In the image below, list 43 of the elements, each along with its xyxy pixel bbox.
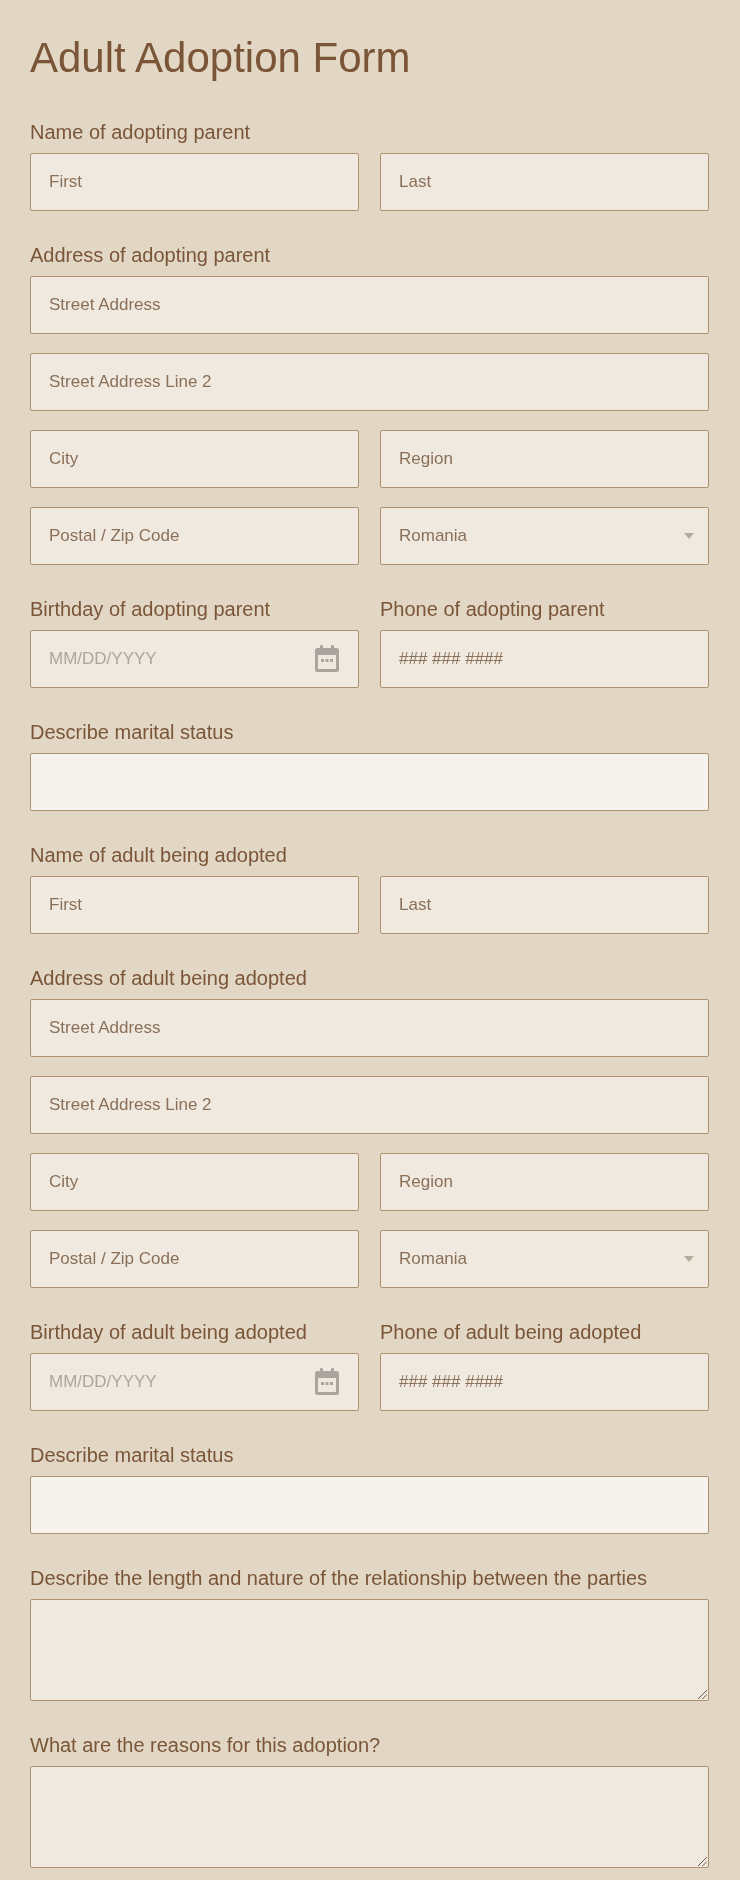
text-field[interactable]: First (30, 153, 359, 211)
field-label: Phone of adopting parent (380, 597, 605, 621)
date-field[interactable]: MM/DD/YYYY (30, 1353, 359, 1411)
resize-grip-icon (698, 1690, 707, 1699)
text-field[interactable]: Last (380, 876, 709, 934)
text-area[interactable] (30, 1599, 709, 1701)
field-label: Describe marital status (30, 720, 234, 744)
field-label: Birthday of adopting parent (30, 597, 271, 621)
text-field[interactable]: Street Address Line 2 (30, 353, 709, 411)
field-label: Birthday of adult being adopted (30, 1320, 307, 1344)
text-field[interactable]: City (30, 1153, 359, 1211)
text-field[interactable]: Last (380, 153, 709, 211)
caret-icon (684, 1256, 694, 1262)
country-dropdown[interactable]: Romania (380, 1230, 709, 1288)
field-label: Phone of adult being adopted (380, 1320, 642, 1344)
calendar-icon (315, 1368, 339, 1395)
text-field[interactable]: ### ### #### (380, 1353, 709, 1411)
text-field[interactable]: ### ### #### (380, 630, 709, 688)
caret-icon (684, 533, 694, 539)
field-label: Describe marital status (30, 1443, 234, 1467)
text-field[interactable]: Region (380, 430, 709, 488)
text-field[interactable]: Postal / Zip Code (30, 1230, 359, 1288)
text-field[interactable] (30, 753, 709, 811)
text-field[interactable]: City (30, 430, 359, 488)
text-field[interactable]: First (30, 876, 359, 934)
text-field[interactable]: Postal / Zip Code (30, 507, 359, 565)
field-label: What are the reasons for this adoption? (30, 1733, 381, 1757)
text-field[interactable]: Region (380, 1153, 709, 1211)
field-label: Name of adult being adopted (30, 843, 287, 867)
field-label: Address of adopting parent (30, 243, 271, 267)
field-label: Address of adult being adopted (30, 966, 307, 990)
text-field[interactable] (30, 1476, 709, 1534)
country-dropdown[interactable]: Romania (380, 507, 709, 565)
field-label: Name of adopting parent (30, 120, 251, 144)
date-field[interactable]: MM/DD/YYYY (30, 630, 359, 688)
text-field[interactable]: Street Address (30, 276, 709, 334)
calendar-icon (315, 645, 339, 672)
text-field[interactable]: Street Address (30, 999, 709, 1057)
form-title: Adult Adoption Form (30, 33, 411, 83)
text-area[interactable] (30, 1766, 709, 1868)
text-field[interactable]: Street Address Line 2 (30, 1076, 709, 1134)
resize-grip-icon (698, 1857, 707, 1866)
field-label: Describe the length and nature of the relationship between the parties (30, 1566, 648, 1590)
